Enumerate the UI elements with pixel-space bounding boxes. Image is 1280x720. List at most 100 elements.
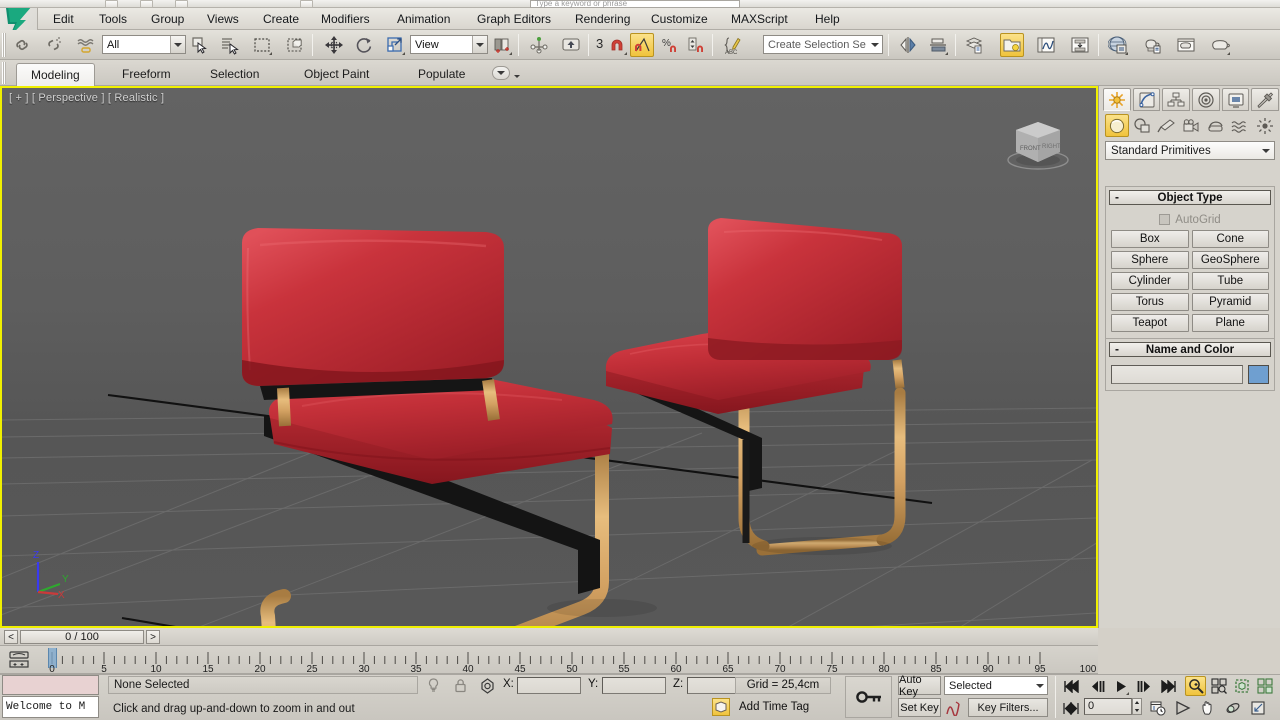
menu-group[interactable]: Group — [144, 8, 191, 30]
geosphere-button[interactable]: GeoSphere — [1191, 251, 1269, 269]
curve-editor-icon[interactable] — [1034, 33, 1058, 57]
rectangular-selection-region-icon[interactable] — [250, 33, 274, 57]
reference-coordinate-combo[interactable]: View — [410, 35, 488, 54]
snaps-toggle-icon[interactable] — [559, 33, 583, 57]
viewcube[interactable]: FRONT RIGHT — [998, 108, 1078, 174]
utilities-tab[interactable] — [1251, 88, 1280, 111]
play-animation-button[interactable] — [1110, 676, 1131, 696]
current-frame-spinner[interactable] — [1132, 698, 1142, 715]
render-production-icon[interactable] — [1208, 33, 1232, 57]
object-type-rollout-header[interactable]: - Object Type — [1109, 190, 1271, 205]
zoom-extents-button[interactable] — [1231, 676, 1252, 696]
time-slider-handle[interactable]: 0 / 100 — [20, 630, 144, 644]
zoom-all-button[interactable] — [1208, 676, 1229, 696]
layer-explorer-icon[interactable] — [962, 33, 986, 57]
tab-modeling[interactable]: Modeling — [16, 63, 95, 86]
quick-open-button[interactable] — [300, 0, 313, 8]
tab-freeform[interactable]: Freeform — [108, 63, 185, 86]
key-filters-button[interactable]: Key Filters... — [968, 698, 1048, 717]
named-selection-sets-combo[interactable]: Create Selection Se — [763, 35, 883, 54]
snap-3d-icon[interactable] — [605, 33, 629, 57]
viewport-canvas[interactable]: [ + ] [ Perspective ] [ Realistic ] FRON… — [2, 88, 1096, 626]
tab-object-paint[interactable]: Object Paint — [290, 63, 383, 86]
geometry-category[interactable] — [1105, 114, 1129, 137]
lights-category[interactable] — [1154, 114, 1178, 137]
edit-named-selection-sets-icon[interactable]: ABC — [720, 33, 744, 57]
use-pivot-point-center-icon[interactable] — [490, 33, 514, 57]
select-object-icon[interactable] — [187, 33, 211, 57]
pan-view-button[interactable] — [1197, 698, 1218, 718]
select-and-link-icon[interactable] — [10, 33, 34, 57]
material-editor-icon[interactable] — [1106, 33, 1130, 57]
mirror-icon[interactable] — [896, 33, 920, 57]
angle-snap-toggle-icon[interactable] — [630, 33, 654, 57]
menu-help[interactable]: Help — [808, 8, 847, 30]
absolute-relative-transform-toggle-icon[interactable] — [479, 677, 496, 694]
key-curve-toggle-icon[interactable] — [944, 698, 964, 717]
scene-explorer-icon[interactable] — [1000, 33, 1024, 57]
menu-rendering[interactable]: Rendering — [568, 8, 637, 30]
zoom-extents-all-button[interactable] — [1254, 676, 1275, 696]
select-and-rotate-icon[interactable] — [352, 33, 376, 57]
add-time-tag-label[interactable]: Add Time Tag — [735, 699, 831, 716]
select-and-scale-icon[interactable] — [383, 33, 407, 57]
viewport-perspective[interactable]: [ + ] [ Perspective ] [ Realistic ] FRON… — [0, 86, 1098, 628]
tab-populate[interactable]: Populate — [404, 63, 479, 86]
next-frame-button[interactable] — [1133, 676, 1154, 696]
ribbon-grip[interactable] — [2, 62, 6, 84]
window-crossing-toggle-icon[interactable] — [283, 33, 307, 57]
time-slider[interactable]: < 0 / 100 > — [0, 628, 1098, 646]
menu-customize[interactable]: Customize — [644, 8, 715, 30]
tab-selection[interactable]: Selection — [196, 63, 273, 86]
current-frame-field[interactable]: 0 — [1084, 698, 1132, 715]
select-and-move-icon[interactable] — [322, 33, 346, 57]
unlink-selection-icon[interactable] — [42, 33, 66, 57]
x-coordinate-field[interactable] — [517, 677, 581, 694]
viewport-label[interactable]: [ + ] [ Perspective ] [ Realistic ] — [9, 92, 164, 104]
rendered-frame-window-icon[interactable] — [1174, 33, 1198, 57]
field-of-view-button[interactable] — [1172, 698, 1193, 718]
menu-animation[interactable]: Animation — [390, 8, 457, 30]
hierarchy-tab[interactable] — [1162, 88, 1191, 111]
zoom-button[interactable] — [1185, 676, 1206, 696]
time-slider-track[interactable] — [160, 628, 1098, 646]
systems-category[interactable] — [1253, 114, 1277, 137]
schematic-view-icon[interactable] — [1068, 33, 1092, 57]
select-by-name-icon[interactable] — [217, 33, 241, 57]
chevron-down-icon[interactable] — [514, 69, 520, 81]
render-setup-icon[interactable] — [1140, 33, 1164, 57]
menu-maxscript[interactable]: MAXScript — [724, 8, 795, 30]
spinner-snap-toggle-icon[interactable] — [684, 33, 708, 57]
key-filter-mode-combo[interactable]: Selected — [944, 676, 1048, 695]
open-mini-curve-editor-icon[interactable] — [8, 650, 30, 670]
add-time-tag-icon[interactable] — [712, 698, 730, 716]
previous-frame-arrow[interactable]: < — [4, 630, 18, 644]
track-bar-ruler[interactable]: 0 5 10 15 20 25 30 35 40 45 50 55 60 65 … — [40, 646, 1096, 675]
motion-tab[interactable] — [1192, 88, 1220, 111]
name-and-color-rollout-header[interactable]: - Name and Color — [1109, 342, 1271, 357]
go-to-end-button[interactable] — [1158, 676, 1179, 696]
set-key-button[interactable]: Set Key — [898, 698, 941, 717]
help-icon[interactable] — [1020, 0, 1036, 8]
torus-button[interactable]: Torus — [1111, 293, 1189, 311]
display-tab[interactable] — [1221, 88, 1250, 111]
primitive-type-combo[interactable]: Standard Primitives — [1105, 141, 1275, 160]
quick-redo-button[interactable] — [175, 0, 188, 8]
time-configuration-button[interactable] — [1147, 698, 1168, 718]
info-center-icon[interactable] — [990, 0, 1006, 8]
quick-save-button[interactable] — [105, 0, 118, 8]
track-bar[interactable]: 0 5 10 15 20 25 30 35 40 45 50 55 60 65 … — [0, 646, 1098, 675]
ribbon-options-dropdown[interactable] — [492, 66, 510, 80]
quick-undo-button[interactable] — [140, 0, 153, 8]
refresh-icon[interactable] — [1080, 0, 1096, 8]
menu-tools[interactable]: Tools — [92, 8, 134, 30]
teapot-button[interactable]: Teapot — [1111, 314, 1189, 332]
selection-lock-icon[interactable] — [452, 677, 469, 694]
select-and-manipulate-icon[interactable] — [527, 33, 551, 57]
maximize-viewport-button[interactable] — [1247, 698, 1268, 718]
create-tab[interactable] — [1103, 88, 1131, 111]
menu-views[interactable]: Views — [200, 8, 246, 30]
menu-create[interactable]: Create — [256, 8, 306, 30]
cameras-category[interactable] — [1179, 114, 1203, 137]
space-warps-category[interactable] — [1229, 114, 1253, 137]
